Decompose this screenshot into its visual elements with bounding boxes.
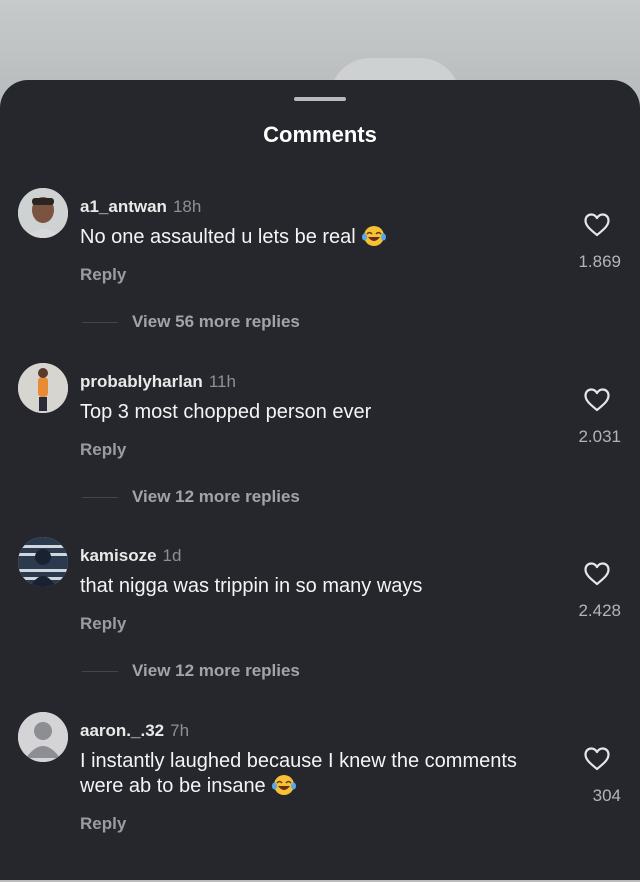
comment-body: that nigga was trippin in so many ways [80,575,423,597]
comment-text: I instantly laughed because I knew the c… [80,749,520,803]
view-more-replies-button[interactable]: View 12 more replies [132,487,300,507]
divider [82,322,118,323]
avatar[interactable] [18,712,68,762]
comment-text: that nigga was trippin in so many ways [80,574,550,599]
avatar[interactable] [18,188,68,238]
comment-item: kamisoze 1d that nigga was trippin in so … [0,537,640,707]
username[interactable]: probablyharlan [80,372,203,391]
comment-item: aaron._.32 7h I instantly laughed because… [0,712,640,882]
comments-sheet: Comments a1_antwan 18h No one assaulted u… [0,80,640,880]
heart-icon[interactable] [583,746,611,772]
heart-icon[interactable] [583,561,611,587]
comment-meta: kamisoze 1d [80,546,181,566]
comment-body: I instantly laughed because I knew the c… [80,750,517,797]
reply-button[interactable]: Reply [80,814,126,834]
timestamp: 1d [162,546,182,565]
comment-body: No one assaulted u lets be real [80,226,356,248]
timestamp: 11h [208,372,236,391]
laughing-emoji-icon [361,225,386,254]
comment-text: Top 3 most chopped person ever [80,400,550,425]
avatar[interactable] [18,363,68,413]
username[interactable]: aaron._.32 [80,721,164,740]
like-count: 1.869 [578,252,621,271]
heart-icon[interactable] [583,387,611,413]
view-more-replies-button[interactable]: View 12 more replies [132,661,300,681]
heart-icon[interactable] [583,212,611,238]
laughing-emoji-icon [271,774,296,803]
comment-item: probablyharlan 11h Top 3 most chopped per… [0,363,640,533]
like-count: 304 [592,786,621,805]
divider [82,497,118,498]
comment-item: a1_antwan 18h No one assaulted u lets be … [0,188,640,358]
divider [82,671,118,672]
drag-handle[interactable] [294,97,346,101]
like-count: 2.428 [578,601,621,620]
sheet-title: Comments [263,122,377,147]
comment-text: No one assaulted u lets be real [80,225,550,254]
reply-button[interactable]: Reply [80,440,126,460]
timestamp: 18h [172,197,202,216]
avatar[interactable] [18,537,68,587]
comment-meta: a1_antwan 18h [80,197,201,217]
username[interactable]: a1_antwan [80,197,167,216]
view-more-replies-button[interactable]: View 56 more replies [132,312,300,332]
like-count: 2.031 [578,427,621,446]
reply-button[interactable]: Reply [80,614,126,634]
comment-body: Top 3 most chopped person ever [80,401,372,423]
reply-button[interactable]: Reply [80,265,126,285]
timestamp: 7h [170,721,190,740]
comment-meta: probablyharlan 11h [80,372,236,392]
comment-meta: aaron._.32 7h [80,721,189,741]
username[interactable]: kamisoze [80,546,157,565]
